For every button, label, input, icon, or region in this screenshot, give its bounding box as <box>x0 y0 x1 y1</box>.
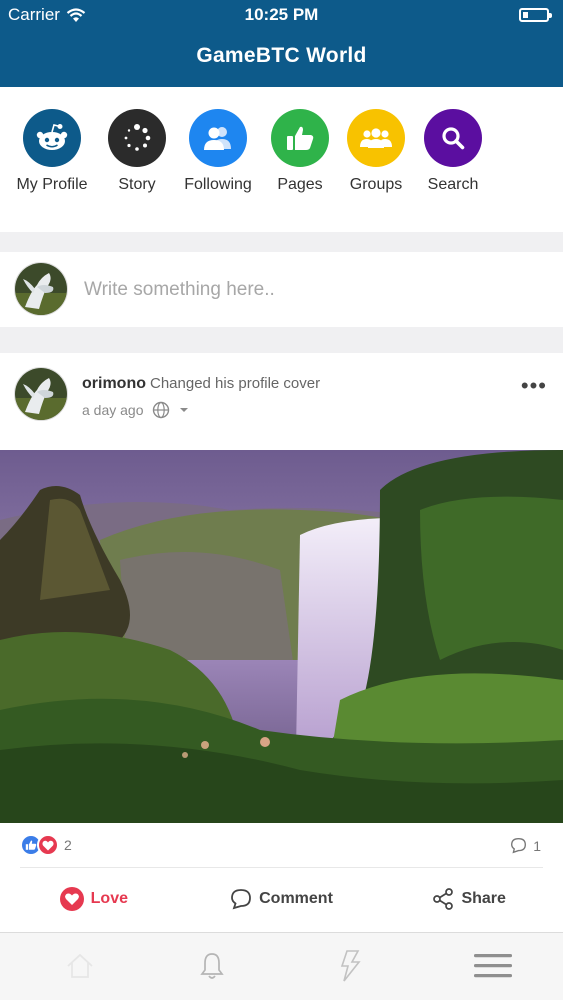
shortcut-search[interactable]: Search <box>408 109 498 194</box>
bottom-tab-bar <box>0 932 563 1000</box>
author-name[interactable]: orimono <box>82 375 146 392</box>
shortcut-label: Following <box>184 176 252 193</box>
status-time: 10:25 PM <box>244 5 319 24</box>
globe-icon[interactable] <box>152 401 170 419</box>
menu-icon <box>474 954 512 978</box>
post-action-text: Changed his profile cover <box>150 375 321 392</box>
reaction-summary[interactable]: 2 <box>20 834 72 856</box>
post-header-text: orimono Changed his profile cover <box>82 375 320 393</box>
post-composer[interactable]: Write something here.. <box>0 252 563 327</box>
reaction-count: 2 <box>64 837 72 853</box>
more-options-icon[interactable]: ••• <box>521 373 547 399</box>
status-bar: Carrier 10:25 PM <box>0 0 563 30</box>
shortcut-label: My Profile <box>16 176 88 193</box>
tab-home[interactable] <box>50 943 110 989</box>
shortcut-my-profile[interactable]: My Profile <box>7 109 97 194</box>
shortcut-following[interactable]: Following <box>173 109 263 194</box>
comment-summary[interactable]: 1 <box>510 837 541 854</box>
group-icon <box>347 109 405 167</box>
shortcut-label: Story <box>118 176 156 193</box>
app-screen: Carrier 10:25 PM GameBTC World My Profil… <box>0 0 563 1000</box>
comment-count: 1 <box>533 837 541 854</box>
tab-notifications[interactable] <box>182 943 242 989</box>
comment-bubble-icon <box>511 838 527 854</box>
share-label: Share <box>461 890 506 907</box>
love-label: Love <box>90 890 128 907</box>
composer-placeholder: Write something here.. <box>84 279 275 300</box>
reddit-alien-icon <box>23 109 81 167</box>
header-bar: Carrier 10:25 PM GameBTC World <box>0 0 563 87</box>
users-icon <box>189 109 247 167</box>
author-avatar[interactable] <box>14 367 68 421</box>
post-meta: a day ago <box>82 401 190 419</box>
comment-button[interactable]: Comment <box>188 879 376 919</box>
love-reaction-icon <box>37 834 59 856</box>
share-icon <box>433 888 454 910</box>
loading-dots-icon <box>108 109 166 167</box>
share-button[interactable]: Share <box>375 879 563 919</box>
tab-menu[interactable] <box>463 943 523 989</box>
lightning-icon <box>340 950 361 982</box>
shortcut-story[interactable]: Story <box>92 109 182 194</box>
post-actions: Love Comment Share <box>0 879 563 919</box>
divider <box>20 867 543 868</box>
chevron-down-icon[interactable] <box>178 406 190 414</box>
heart-icon <box>59 887 84 911</box>
shortcut-bar: My Profile Story Following Pages Groups … <box>0 87 563 232</box>
comment-icon <box>231 889 252 910</box>
search-icon <box>424 109 482 167</box>
reactions-bar[interactable]: 2 1 <box>0 829 563 865</box>
feed-post: orimono Changed his profile cover a day a… <box>0 353 563 933</box>
shortcut-label: Search <box>427 176 479 193</box>
home-icon <box>67 953 93 978</box>
battery-icon <box>519 8 552 22</box>
post-time: a day ago <box>82 402 144 418</box>
avatar <box>14 262 68 316</box>
love-button[interactable]: Love <box>0 879 188 919</box>
app-title: GameBTC World <box>196 44 367 67</box>
tab-activity[interactable] <box>320 943 380 989</box>
comment-label: Comment <box>259 890 333 907</box>
post-image[interactable] <box>0 450 563 823</box>
bell-icon <box>200 953 224 979</box>
thumbs-up-icon <box>271 109 329 167</box>
